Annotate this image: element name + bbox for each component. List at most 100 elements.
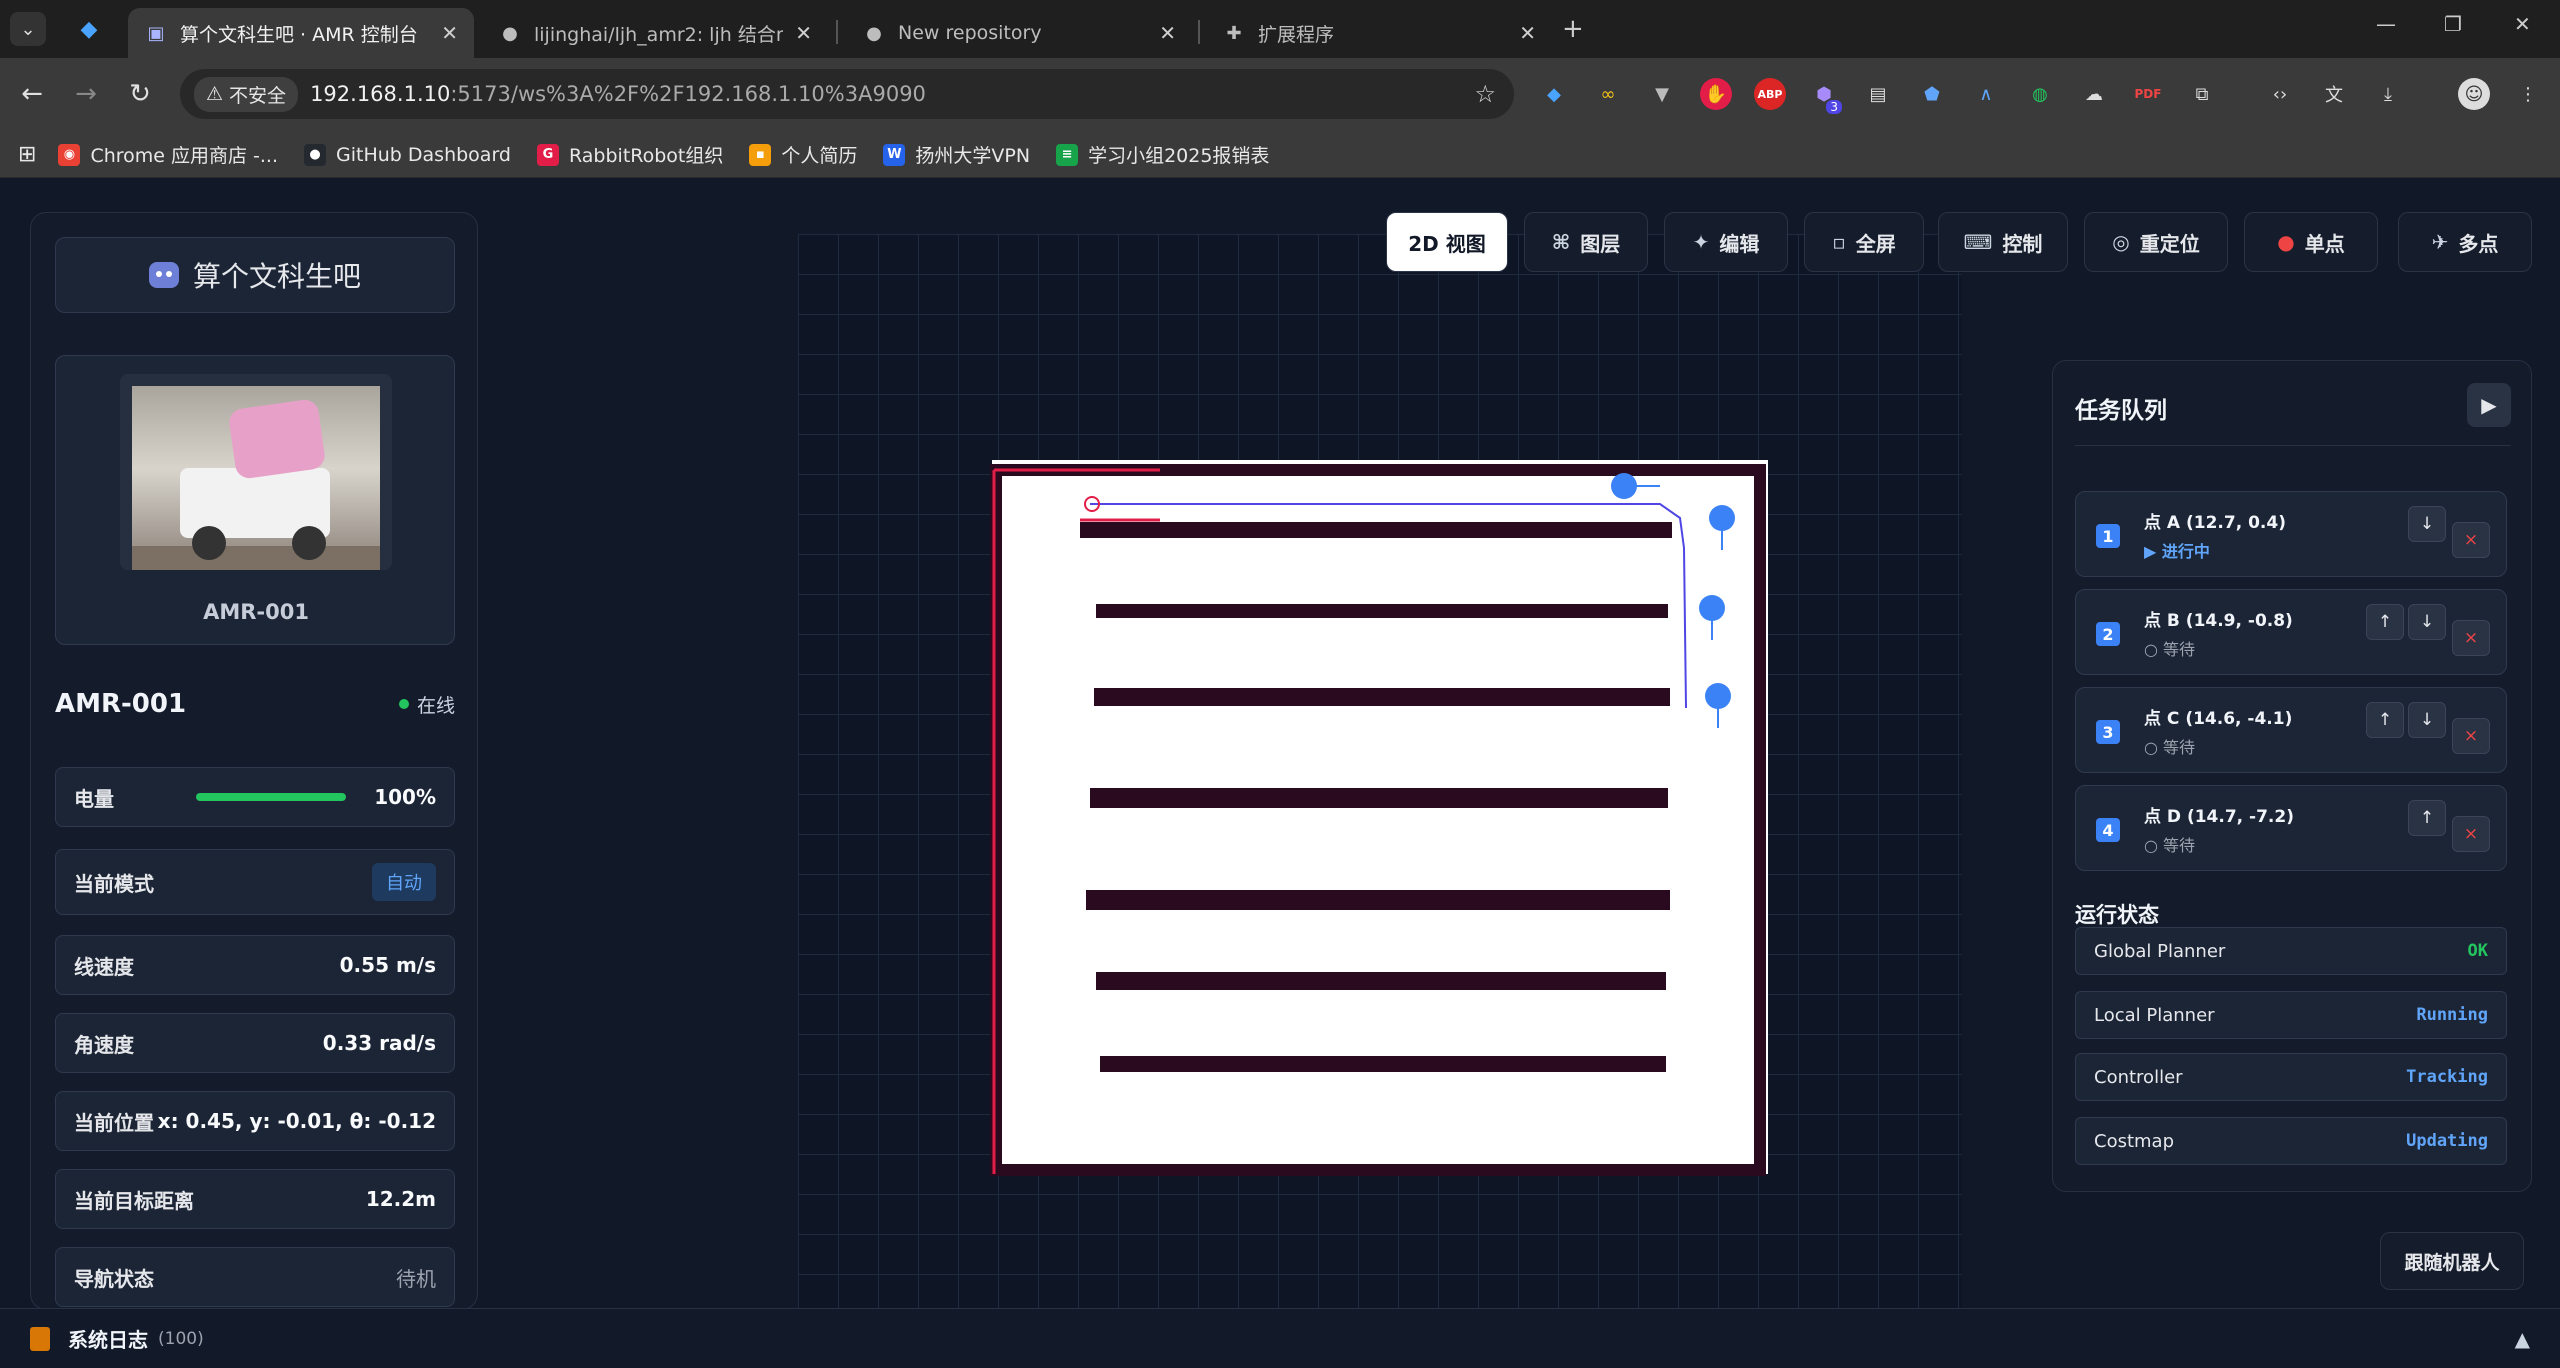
waypoint-a-marker[interactable] <box>1611 473 1637 499</box>
delete-task-button[interactable]: × <box>2452 522 2490 558</box>
fullscreen-button[interactable]: ▫ 全屏 <box>1804 212 1924 272</box>
task-item[interactable]: 3 点 C (14.6, -4.1) ○ 等待 ↑ ↓ × <box>2075 687 2507 773</box>
waypoint-c-marker[interactable] <box>1699 595 1725 621</box>
bookmark-chrome-store[interactable]: ◉ Chrome 应用商店 -... <box>58 141 278 168</box>
robot-card[interactable]: AMR-001 <box>55 355 455 645</box>
move-up-button[interactable]: ↑ <box>2408 800 2446 836</box>
extension-glasses-icon[interactable]: ∞ <box>1592 78 1624 110</box>
extension-pdf-icon[interactable]: PDF <box>2132 78 2164 110</box>
menu-kebab-icon[interactable]: ⋮ <box>2512 78 2544 110</box>
delete-task-button[interactable]: × <box>2452 620 2490 656</box>
shelf-row <box>1094 688 1670 706</box>
extension-adblock-icon[interactable]: ABP <box>1754 78 1786 110</box>
window-close-icon[interactable]: ✕ <box>2514 12 2531 36</box>
amr-console: 算个文科生吧 AMR-001 AMR-001 在线 电量 100% 当前模式 自… <box>0 178 2560 1368</box>
extension-chart-icon[interactable]: ∧ <box>1970 78 2002 110</box>
close-icon[interactable]: ✕ <box>1159 21 1176 45</box>
runtime-label: Local Planner <box>2094 1004 2215 1026</box>
tab-new-repository[interactable]: ● New repository ✕ <box>846 8 1192 58</box>
bookmark-rabbitrobot[interactable]: G RabbitRobot组织 <box>537 141 723 168</box>
reload-icon[interactable]: ↻ <box>120 74 160 114</box>
extension-hand-icon[interactable]: ✋ <box>1700 78 1732 110</box>
waypoint-d-marker[interactable] <box>1705 683 1731 709</box>
multi-point-button[interactable]: ✈ 多点 <box>2398 212 2532 272</box>
extension-globe-icon[interactable]: ◍ <box>2024 78 2056 110</box>
edit-button[interactable]: ✦ 编辑 <box>1664 212 1788 272</box>
bookmark-yzu-vpn[interactable]: W 扬州大学VPN <box>883 141 1030 168</box>
extension-cloud-icon[interactable]: ☁ <box>2078 78 2110 110</box>
bookmark-star-icon[interactable]: ☆ <box>1474 80 1496 108</box>
move-down-button[interactable]: ↓ <box>2408 506 2446 542</box>
move-up-button[interactable]: ↑ <box>2366 702 2404 738</box>
move-down-button[interactable]: ↓ <box>2408 604 2446 640</box>
close-icon[interactable]: ✕ <box>441 21 458 45</box>
robot-icon: ▣ <box>147 22 165 44</box>
profile-avatar-icon[interactable]: ☺ <box>2458 78 2490 110</box>
download-icon[interactable]: ⤓ <box>2372 78 2404 110</box>
task-item[interactable]: 1 点 A (12.7, 0.4) ▶ 进行中 ↓ × <box>2075 491 2507 577</box>
back-arrow-icon[interactable]: ← <box>12 74 52 114</box>
mode-badge[interactable]: 自动 <box>372 863 436 901</box>
occupancy-map[interactable] <box>980 458 1780 1178</box>
runtime-value: Running <box>2416 1005 2488 1025</box>
relocalize-button[interactable]: ◎ 重定位 <box>2084 212 2228 272</box>
robot-photo-frame <box>120 374 392 570</box>
nav-status-label: 导航状态 <box>74 1266 154 1291</box>
close-icon[interactable]: ✕ <box>1519 21 1536 45</box>
devtools-code-icon[interactable]: ‹› <box>2264 78 2296 110</box>
delete-task-button[interactable]: × <box>2452 718 2490 754</box>
extensions-puzzle-icon[interactable]: ⧉ <box>2186 78 2218 110</box>
forward-arrow-icon[interactable]: → <box>66 74 106 114</box>
extension-doc-icon[interactable]: ▤ <box>1862 78 1894 110</box>
delete-task-button[interactable]: × <box>2452 816 2490 852</box>
address-bar[interactable]: ⚠ 不安全 192.168.1.10:5173/ws%3A%2F%2F192.1… <box>180 69 1514 119</box>
url-text[interactable]: 192.168.1.10:5173/ws%3A%2F%2F192.168.1.1… <box>310 82 926 106</box>
task-item[interactable]: 4 点 D (14.7, -7.2) ○ 等待 ↑ × <box>2075 785 2507 871</box>
tab-amr-console[interactable]: ▣ 算个文科生吧 · AMR 控制台 ✕ <box>128 8 474 58</box>
tab-extensions[interactable]: ✚ 扩展程序 ✕ <box>1206 8 1552 58</box>
extension-shield-icon[interactable]: ⬟ <box>1916 78 1948 110</box>
single-point-button[interactable]: ● 单点 <box>2244 212 2378 272</box>
keyboard-icon: ⌨ <box>1963 230 1993 254</box>
move-down-button[interactable]: ↓ <box>2408 702 2446 738</box>
bookmark-github-dashboard[interactable]: ● GitHub Dashboard <box>304 143 511 166</box>
angular-speed-row: 角速度 0.33 rad/s <box>55 1013 455 1073</box>
task-number: 4 <box>2096 818 2120 842</box>
extension-vue-icon[interactable]: ▼ <box>1646 78 1678 110</box>
translate-icon[interactable]: 文 <box>2318 78 2350 110</box>
waypoint-b-marker[interactable] <box>1709 505 1735 531</box>
brand-header: 算个文科生吧 <box>55 237 455 313</box>
new-tab-button[interactable]: + <box>1562 14 1584 44</box>
apps-grid-icon[interactable]: ⊞ <box>18 142 36 167</box>
insecure-badge[interactable]: ⚠ 不安全 <box>194 76 299 112</box>
target-distance-row: 当前目标距离 12.2m <box>55 1169 455 1229</box>
play-button[interactable]: ▶ <box>2467 383 2511 427</box>
extension-cube-icon[interactable]: ⬢ 3 <box>1808 78 1842 114</box>
url-path: :5173/ws%3A%2F%2F192.168.1.10%3A9090 <box>450 82 926 106</box>
expand-up-icon[interactable]: ▲ <box>2515 1327 2530 1351</box>
runtime-label: Costmap <box>2094 1130 2175 1152</box>
extension-diamond-icon[interactable]: ◆ <box>1538 78 1570 110</box>
close-icon[interactable]: ✕ <box>795 21 812 45</box>
task-number: 3 <box>2096 720 2120 744</box>
control-button[interactable]: ⌨ 控制 <box>1938 212 2068 272</box>
tab-search-chevron-icon[interactable]: ⌄ <box>10 12 46 46</box>
view-2d-button[interactable]: ▦2D 视图 <box>1386 212 1508 272</box>
pinned-tab-diamond-icon[interactable]: ◆ <box>62 12 116 46</box>
bookmark-resume[interactable]: ▪ 个人简历 <box>749 141 857 168</box>
tab-separator <box>1198 20 1200 44</box>
layers-button[interactable]: ⌘ 图层 <box>1524 212 1648 272</box>
follow-robot-button[interactable]: 跟随机器人 <box>2380 1232 2524 1290</box>
task-item[interactable]: 2 点 B (14.9, -0.8) ○ 等待 ↑ ↓ × <box>2075 589 2507 675</box>
task-name: 点 C (14.6, -4.1) <box>2144 709 2293 729</box>
minimize-icon[interactable]: — <box>2376 12 2396 36</box>
bookmark-study-group[interactable]: ≡ 学习小组2025报销表 <box>1056 141 1269 168</box>
bookmark-label: 学习小组2025报销表 <box>1088 145 1270 167</box>
move-up-button[interactable]: ↑ <box>2366 604 2404 640</box>
robot-photo <box>132 386 380 570</box>
shelf-row <box>1096 972 1666 990</box>
tab-github-repo[interactable]: ● lijinghai/ljh_amr2: ljh 结合mi ✕ <box>482 8 828 58</box>
extension-badge: 3 <box>1826 100 1842 114</box>
system-log-bar[interactable]: 系统日志 (100) ▲ <box>0 1308 2560 1368</box>
restore-icon[interactable]: ❐ <box>2444 12 2462 36</box>
